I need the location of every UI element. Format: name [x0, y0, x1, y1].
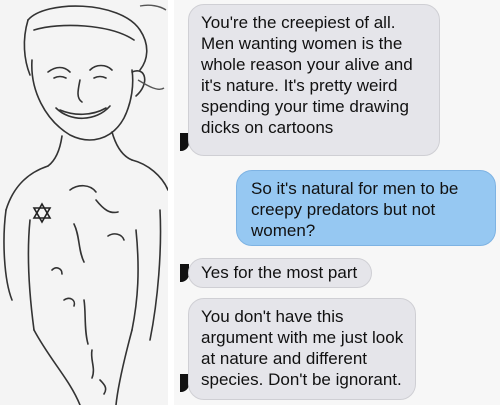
- received-message-3[interactable]: You don't have this argument with me jus…: [188, 298, 416, 400]
- message-text: Yes for the most part: [201, 263, 358, 282]
- received-message-2[interactable]: Yes for the most part: [188, 258, 372, 288]
- message-text: So it's natural for men to be creepy pre…: [251, 179, 459, 240]
- message-text: You're the creepiest of all. Men wanting…: [201, 13, 413, 137]
- screenshot: You're the creepiest of all. Men wanting…: [0, 0, 500, 405]
- message-thread[interactable]: You're the creepiest of all. Men wanting…: [174, 0, 500, 405]
- sketch-drawing: [0, 0, 168, 405]
- received-message-1[interactable]: You're the creepiest of all. Men wanting…: [188, 4, 440, 156]
- star-of-david-icon: [32, 202, 52, 224]
- hand-drawn-portrait-icon: [3, 4, 168, 405]
- sent-message-1[interactable]: So it's natural for men to be creepy pre…: [236, 170, 496, 246]
- message-text: You don't have this argument with me jus…: [201, 307, 404, 389]
